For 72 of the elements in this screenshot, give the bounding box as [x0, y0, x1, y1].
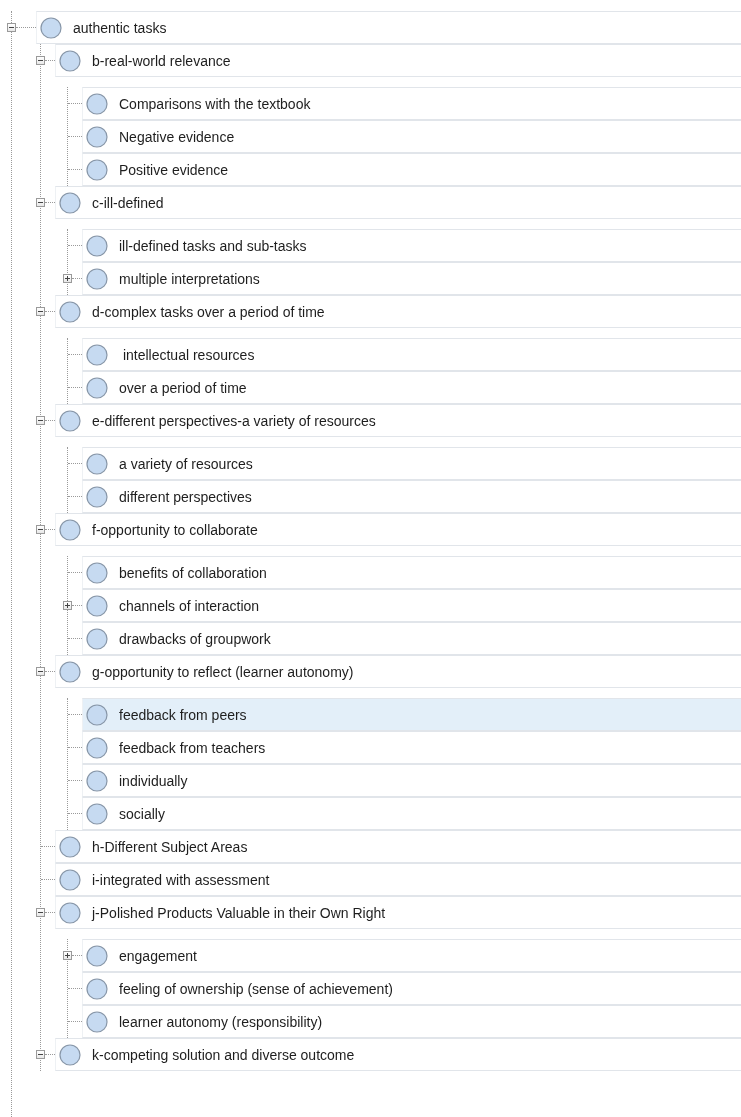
tree-item[interactable]: authentic tasks: [36, 11, 741, 44]
circle-icon: [86, 736, 108, 759]
tree-item[interactable]: feeling of ownership (sense of achievement): [82, 972, 741, 1005]
circle-icon: [59, 660, 81, 683]
circle-icon: [86, 703, 108, 726]
circle-icon: [86, 594, 108, 617]
circle-icon: [59, 49, 81, 72]
tree-item[interactable]: over a period of time: [82, 371, 741, 404]
tree-item[interactable]: Positive evidence: [82, 153, 741, 186]
tree-item[interactable]: j-Polished Products Valuable in their Own Right: [55, 896, 741, 929]
tree-item[interactable]: feedback from peers: [82, 698, 741, 731]
circle-icon: [86, 802, 108, 825]
expand-toggle[interactable]: [36, 416, 45, 425]
expand-toggle[interactable]: [63, 274, 72, 283]
circle-icon: [86, 376, 108, 399]
tree-item[interactable]: different perspectives: [82, 480, 741, 513]
expand-toggle[interactable]: [36, 56, 45, 65]
tree-item[interactable]: channels of interaction: [82, 589, 741, 622]
tree-item[interactable]: c-ill-defined: [55, 186, 741, 219]
circle-icon: [59, 409, 81, 432]
circle-icon: [86, 977, 108, 1000]
circle-icon: [86, 485, 108, 508]
tree-item[interactable]: f-opportunity to collaborate: [55, 513, 741, 546]
tree-item[interactable]: intellectual resources: [82, 338, 741, 371]
tree-item[interactable]: Comparisons with the textbook: [82, 87, 741, 120]
tree-item[interactable]: e-different perspectives-a variety of resources: [55, 404, 741, 437]
tree-item[interactable]: benefits of collaboration: [82, 556, 741, 589]
circle-icon: [59, 191, 81, 214]
expand-toggle[interactable]: [7, 23, 16, 32]
tree-item[interactable]: i-integrated with assessment: [55, 863, 741, 896]
expand-toggle[interactable]: [36, 667, 45, 676]
tree-item[interactable]: multiple interpretations: [82, 262, 741, 295]
tree-item[interactable]: drawbacks of groupwork: [82, 622, 741, 655]
expand-toggle[interactable]: [36, 908, 45, 917]
tree-item[interactable]: Negative evidence: [82, 120, 741, 153]
circle-icon: [86, 769, 108, 792]
circle-icon: [59, 835, 81, 858]
circle-icon: [86, 627, 108, 650]
expand-toggle[interactable]: [36, 1050, 45, 1059]
tree-item[interactable]: h-Different Subject Areas: [55, 830, 741, 863]
circle-icon: [86, 234, 108, 257]
circle-icon: [59, 1043, 81, 1066]
circle-icon: [86, 158, 108, 181]
expand-toggle[interactable]: [36, 307, 45, 316]
circle-icon: [86, 267, 108, 290]
circle-icon: [59, 300, 81, 323]
tree-item[interactable]: socially: [82, 797, 741, 830]
expand-toggle[interactable]: [63, 951, 72, 960]
tree-item[interactable]: d-complex tasks over a period of time: [55, 295, 741, 328]
circle-icon: [86, 1010, 108, 1033]
circle-icon: [40, 16, 62, 39]
tree-item[interactable]: a variety of resources: [82, 447, 741, 480]
tree-item[interactable]: engagement: [82, 939, 741, 972]
circle-icon: [86, 452, 108, 475]
tree-item[interactable]: g-opportunity to reflect (learner autonomy): [55, 655, 741, 688]
tree-item[interactable]: feedback from teachers: [82, 731, 741, 764]
tree-item[interactable]: individually: [82, 764, 741, 797]
circle-icon: [86, 125, 108, 148]
tree-item[interactable]: ill-defined tasks and sub-tasks: [82, 229, 741, 262]
circle-icon: [59, 901, 81, 924]
circle-icon: [59, 518, 81, 541]
circle-icon: [86, 944, 108, 967]
tree-item[interactable]: k-competing solution and diverse outcome: [55, 1038, 741, 1071]
circle-icon: [86, 561, 108, 584]
circle-icon: [59, 868, 81, 891]
expand-toggle[interactable]: [63, 601, 72, 610]
expand-toggle[interactable]: [36, 525, 45, 534]
tree-item[interactable]: b-real-world relevance: [55, 44, 741, 77]
expand-toggle[interactable]: [36, 198, 45, 207]
circle-icon: [86, 343, 108, 366]
tree-item[interactable]: learner autonomy (responsibility): [82, 1005, 741, 1038]
circle-icon: [86, 92, 108, 115]
